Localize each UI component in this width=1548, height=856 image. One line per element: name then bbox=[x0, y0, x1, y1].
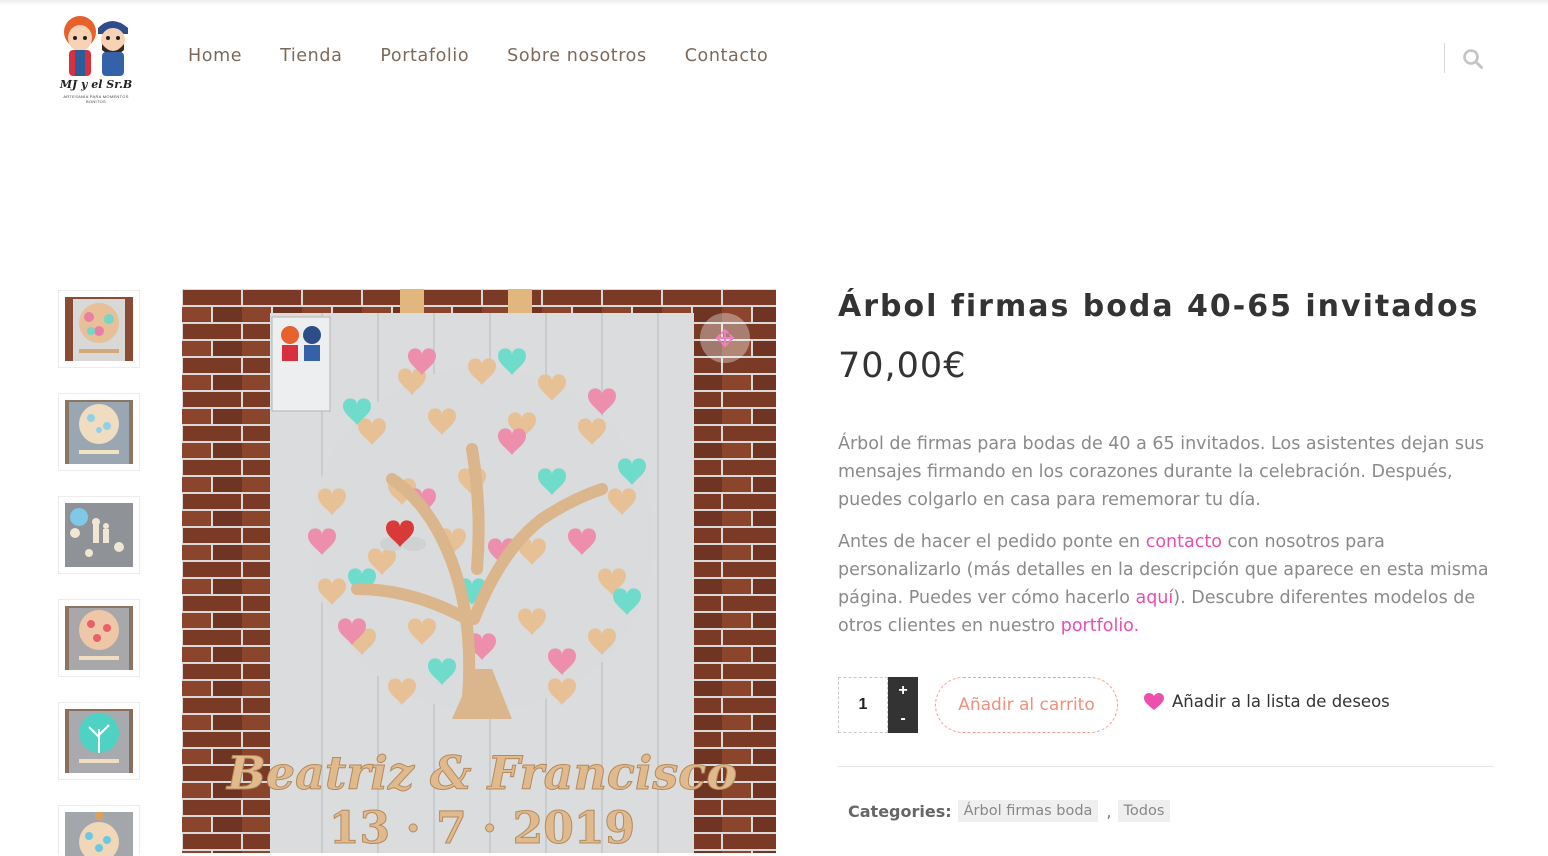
thumbnail-image bbox=[65, 400, 133, 464]
divider bbox=[838, 766, 1494, 767]
thumbnail-image bbox=[65, 503, 133, 567]
add-to-wishlist-link[interactable]: Añadir a la lista de deseos bbox=[1144, 692, 1390, 711]
description-paragraph-2: Antes de hacer el pedido ponte en contac… bbox=[838, 528, 1498, 640]
search-icon[interactable] bbox=[1462, 48, 1484, 70]
nav-portafolio[interactable]: Portafolio bbox=[380, 46, 469, 66]
heart-icon bbox=[1144, 692, 1164, 710]
description-paragraph-1: Árbol de firmas para bodas de 40 a 65 in… bbox=[838, 434, 1485, 510]
thumbnail-image bbox=[65, 812, 133, 856]
thumbnail-1[interactable] bbox=[58, 290, 140, 368]
category-tag-arbol-firmas-boda[interactable]: Árbol firmas boda bbox=[957, 800, 1099, 822]
category-separator: , bbox=[1106, 801, 1112, 821]
thumbnail-image bbox=[65, 297, 133, 361]
thumbnail-5[interactable] bbox=[58, 702, 140, 780]
quantity-input[interactable]: 1 bbox=[838, 677, 888, 733]
top-border bbox=[0, 0, 1548, 5]
product-description: Árbol de firmas para bodas de 40 a 65 in… bbox=[838, 430, 1498, 654]
thumbnail-image bbox=[65, 709, 133, 773]
logo-subtext: ARTESANÍA PARA MOMENTOS BONITOS bbox=[63, 94, 129, 104]
logo-text: MJ y el Sr.B bbox=[59, 78, 133, 91]
site-logo[interactable]: MJ y el Sr.B ARTESANÍA PARA MOMENTOS BON… bbox=[58, 14, 134, 104]
add-to-cart-button[interactable]: Añadir al carrito bbox=[935, 677, 1118, 733]
product-categories: Categories: Árbol firmas boda , Todos bbox=[848, 800, 1171, 822]
nav-tienda[interactable]: Tienda bbox=[280, 46, 342, 66]
nav-contacto[interactable]: Contacto bbox=[685, 46, 769, 66]
quantity-increase-button[interactable]: + bbox=[888, 677, 918, 705]
thumbnail-4[interactable] bbox=[58, 599, 140, 677]
main-nav: Home Tienda Portafolio Sobre nosotros Co… bbox=[188, 46, 806, 66]
thumbnail-6[interactable] bbox=[58, 805, 140, 856]
board-date-lettering: 13 · 7 · 2019 bbox=[329, 803, 635, 853]
desc-period: . bbox=[1133, 616, 1140, 636]
header-divider bbox=[1444, 43, 1445, 73]
contacto-link[interactable]: contacto bbox=[1146, 532, 1222, 552]
move-arrows-icon[interactable] bbox=[700, 313, 750, 363]
categories-label: Categories: bbox=[848, 801, 952, 821]
product-price: 70,00€ bbox=[838, 346, 967, 386]
thumbnail-image bbox=[65, 606, 133, 670]
portfolio-link[interactable]: portfolio bbox=[1061, 616, 1134, 636]
product-title: Árbol firmas boda 40-65 invitados bbox=[838, 289, 1480, 324]
quantity-decrease-button[interactable]: - bbox=[888, 705, 918, 733]
nav-sobre-nosotros[interactable]: Sobre nosotros bbox=[507, 46, 647, 66]
main-product-image[interactable]: Beatriz & Francisco 13 · 7 · 2019 bbox=[182, 289, 776, 853]
thumbnail-2[interactable] bbox=[58, 393, 140, 471]
category-tag-todos[interactable]: Todos bbox=[1117, 800, 1171, 822]
wishlist-label: Añadir a la lista de deseos bbox=[1172, 692, 1390, 711]
logo-characters-icon bbox=[64, 16, 128, 76]
board-names-lettering: Beatriz & Francisco bbox=[225, 746, 737, 800]
nav-home[interactable]: Home bbox=[188, 46, 242, 66]
desc-text: Antes de hacer el pedido ponte en bbox=[838, 532, 1146, 552]
thumbnail-3[interactable] bbox=[58, 496, 140, 574]
aqui-link[interactable]: aquí bbox=[1135, 588, 1173, 608]
